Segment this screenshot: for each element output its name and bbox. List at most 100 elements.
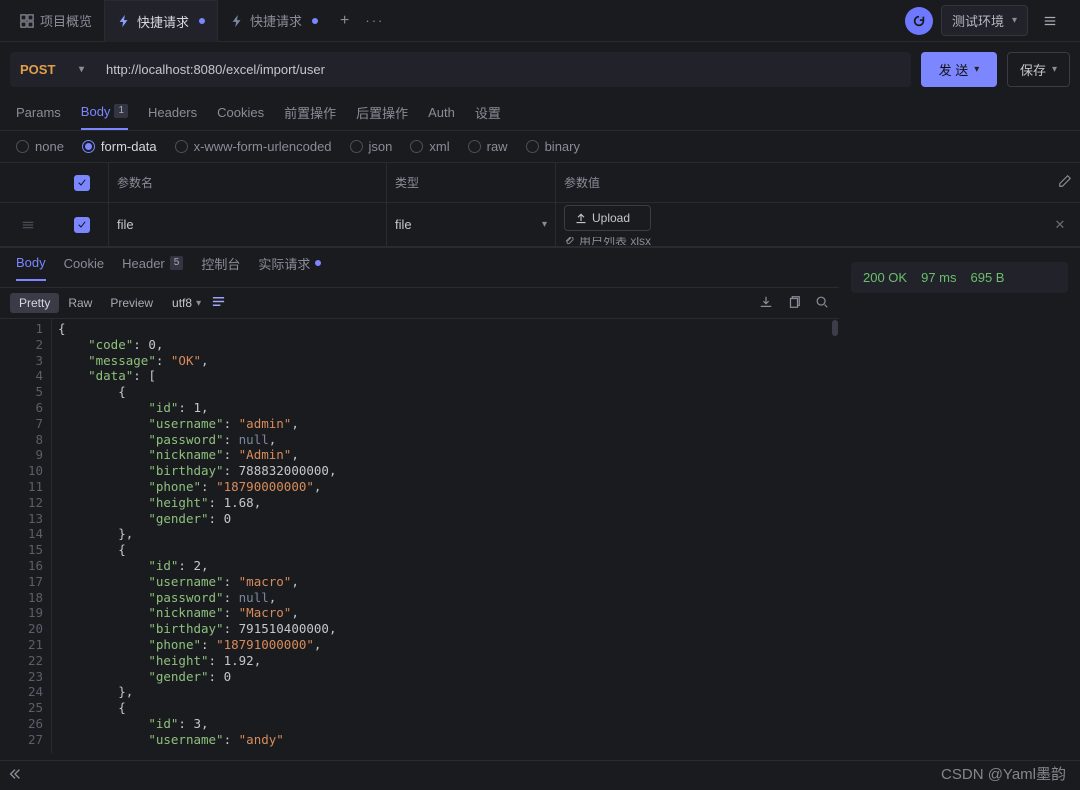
status-time: 97 ms: [921, 270, 956, 285]
radio-json[interactable]: json: [350, 139, 393, 154]
refresh-button[interactable]: [905, 7, 933, 35]
chevron-down-icon: ▾: [1052, 64, 1057, 75]
send-button[interactable]: 发 送 ▾: [921, 52, 997, 87]
fmt-raw[interactable]: Raw: [59, 293, 101, 313]
radio-xml[interactable]: xml: [410, 139, 449, 154]
request-tabs: Params Body1 Headers Cookies 前置操作 后置操作 A…: [0, 97, 1080, 131]
collapse-panel-button[interactable]: [8, 767, 22, 784]
watermark: CSDN @Yaml墨韵: [941, 763, 1066, 784]
status-panel: 200 OK 97 ms 695 B: [839, 248, 1080, 753]
new-tab-button[interactable]: +: [330, 12, 359, 30]
edit-icon[interactable]: [1058, 174, 1072, 191]
response-toolbar: Pretty Raw Preview utf8 ▾: [0, 288, 839, 318]
response-body-code[interactable]: 1 2 3 4 5 6 7 8 9 10 11 12 13 14 15 16 1…: [0, 318, 839, 753]
status-card: 200 OK 97 ms 695 B: [851, 262, 1068, 293]
download-icon: [759, 295, 773, 309]
checkbox-all[interactable]: [74, 175, 90, 191]
tab-body[interactable]: Body1: [81, 104, 128, 130]
col-type: 类型: [395, 174, 419, 191]
tab-overview-label: 项目概览: [40, 11, 92, 30]
tab-quick-1[interactable]: 快捷请求: [104, 0, 218, 42]
rtab-header[interactable]: Header5: [122, 256, 183, 280]
radio-none[interactable]: none: [16, 139, 64, 154]
dirty-dot-icon: [312, 18, 318, 24]
param-type: file: [395, 217, 412, 232]
scrollbar-thumb[interactable]: [832, 320, 838, 336]
radio-urlencoded[interactable]: x-www-form-urlencoded: [175, 139, 332, 154]
rtab-body[interactable]: Body: [16, 255, 46, 281]
status-code: 200 OK: [863, 270, 907, 285]
tab-quick-1-label: 快捷请求: [137, 12, 189, 31]
url-input[interactable]: [106, 62, 899, 77]
encoding-select[interactable]: utf8 ▾: [172, 296, 201, 310]
fmt-preview[interactable]: Preview: [101, 293, 162, 313]
tab-params[interactable]: Params: [16, 105, 61, 129]
chevron-down-icon: ▾: [1012, 15, 1017, 26]
tab-cookies[interactable]: Cookies: [217, 105, 264, 129]
url-box: [94, 52, 911, 87]
radio-raw[interactable]: raw: [468, 139, 508, 154]
delete-row-button[interactable]: ✕: [1040, 203, 1080, 246]
tabbar: 项目概览 快捷请求 快捷请求 + ··· 测试环境 ▾: [0, 0, 1080, 42]
tab-quick-2[interactable]: 快捷请求: [218, 0, 330, 42]
environment-label: 测试环境: [952, 11, 1004, 30]
rtab-console[interactable]: 控制台: [201, 254, 240, 282]
refresh-icon: [912, 14, 926, 28]
tab-post[interactable]: 后置操作: [356, 103, 408, 131]
tab-pre[interactable]: 前置操作: [284, 103, 336, 131]
table-row: file file ▾ Upload 用户列表 xlsx ✕: [0, 203, 1080, 247]
chevron-double-left-icon: [8, 767, 22, 781]
rtab-actual[interactable]: 实际请求: [258, 254, 321, 282]
menu-button[interactable]: [1036, 7, 1064, 35]
col-value: 参数值: [564, 174, 600, 191]
body-type-radios: none form-data x-www-form-urlencoded jso…: [0, 131, 1080, 163]
download-button[interactable]: [759, 295, 773, 312]
status-size: 695 B: [971, 270, 1005, 285]
tab-overview[interactable]: 项目概览: [8, 0, 104, 42]
radio-binary[interactable]: binary: [526, 139, 580, 154]
format-segment: Pretty Raw Preview: [10, 293, 162, 313]
response-tabs: Body Cookie Header5 控制台 实际请求: [0, 248, 839, 288]
checkbox-row[interactable]: [74, 217, 90, 233]
code-source: { "code": 0, "message": "OK", "data": [ …: [52, 319, 839, 753]
radio-formdata[interactable]: form-data: [82, 139, 157, 154]
send-label: 发 送: [939, 60, 969, 79]
list-icon: [211, 294, 226, 309]
save-button[interactable]: 保存 ▾: [1007, 52, 1070, 87]
line-gutter: 1 2 3 4 5 6 7 8 9 10 11 12 13 14 15 16 1…: [0, 319, 52, 753]
chevron-down-icon: ▾: [79, 64, 84, 75]
file-pill: 用户列表 xlsx: [564, 237, 651, 245]
tab-quick-2-label: 快捷请求: [250, 11, 302, 30]
dirty-dot-icon: [199, 18, 205, 24]
copy-button[interactable]: [787, 295, 801, 312]
environment-select[interactable]: 测试环境 ▾: [941, 5, 1028, 36]
wrap-button[interactable]: [211, 294, 226, 312]
drag-handle[interactable]: [0, 203, 56, 246]
search-button[interactable]: [815, 295, 829, 312]
dot-icon: [315, 260, 321, 266]
col-name: 参数名: [117, 174, 153, 191]
tab-auth[interactable]: Auth: [428, 105, 455, 129]
chevron-down-icon: ▾: [542, 219, 547, 230]
tab-settings[interactable]: 设置: [475, 103, 501, 131]
param-table: 参数名 类型 参数值 file file ▾ Upload: [0, 163, 1080, 247]
upload-button[interactable]: Upload: [564, 205, 651, 231]
request-row: POST ▾ 发 送 ▾ 保存 ▾: [0, 42, 1080, 97]
grid-icon: [20, 14, 34, 28]
param-table-header: 参数名 类型 参数值: [0, 163, 1080, 203]
method-select[interactable]: POST ▾: [10, 52, 94, 87]
bolt-icon: [230, 14, 244, 28]
save-label: 保存: [1020, 60, 1046, 79]
paperclip-icon: [564, 237, 575, 245]
fmt-pretty[interactable]: Pretty: [10, 293, 59, 313]
bottom-bar: [0, 760, 1080, 790]
tab-overflow-button[interactable]: ···: [359, 13, 390, 28]
upload-icon: [575, 212, 587, 224]
chevron-down-icon: ▾: [974, 64, 979, 75]
bolt-icon: [117, 14, 131, 28]
rtab-cookie[interactable]: Cookie: [64, 256, 104, 280]
tab-headers[interactable]: Headers: [148, 105, 197, 129]
type-select[interactable]: file ▾: [395, 217, 547, 232]
param-name[interactable]: file: [117, 217, 134, 232]
menu-icon: [1043, 14, 1057, 28]
